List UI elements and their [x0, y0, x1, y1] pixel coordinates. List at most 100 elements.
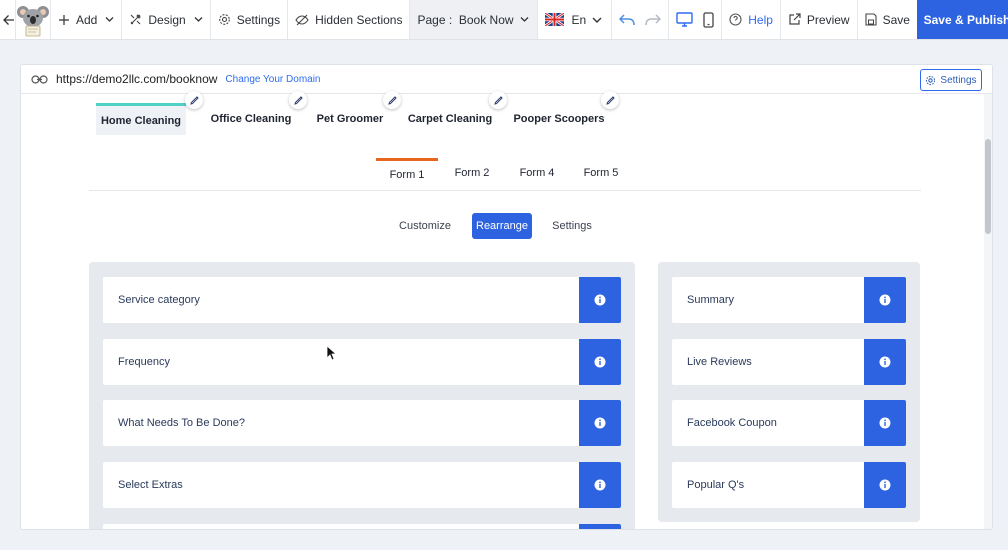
- section-label: Facebook Coupon: [687, 417, 777, 429]
- subtab-customize[interactable]: Customize: [393, 213, 457, 239]
- subtab-rearrange[interactable]: Rearrange: [472, 213, 532, 239]
- info-icon: [594, 294, 606, 306]
- pencil-icon: [605, 95, 615, 105]
- save-label: Save: [882, 12, 910, 27]
- editor-frame: https://demo2llc.com/booknow Change Your…: [20, 64, 993, 530]
- scrollbar-thumb[interactable]: [985, 139, 991, 234]
- preview-label: Preview: [806, 12, 850, 27]
- section-info-button[interactable]: [864, 339, 906, 385]
- section-row-what-needs-to-be-done[interactable]: What Needs To Be Done?: [103, 400, 621, 446]
- edit-category-button[interactable]: [489, 91, 507, 109]
- add-label: Add: [76, 12, 98, 27]
- page-selector[interactable]: Page : Book Now: [410, 0, 538, 39]
- koala-logo-icon: [17, 5, 49, 36]
- edit-category-button[interactable]: [383, 91, 401, 109]
- category-tab-home-cleaning[interactable]: Home Cleaning: [96, 103, 186, 135]
- top-toolbar: Add Design Settings Hidden Sections Page…: [0, 0, 1008, 40]
- section-row-facebook-coupon[interactable]: Facebook Coupon: [672, 400, 906, 446]
- info-icon: [879, 294, 891, 306]
- undo-icon[interactable]: [619, 13, 635, 26]
- category-tab-label: Pet Groomer: [316, 113, 384, 125]
- section-info-button[interactable]: [579, 400, 621, 446]
- chevron-down-icon: [520, 17, 529, 22]
- edit-category-button[interactable]: [289, 91, 307, 109]
- subtab-settings[interactable]: Settings: [543, 213, 601, 239]
- url-bar: https://demo2llc.com/booknow Change Your…: [21, 65, 992, 94]
- chevron-down-icon: [105, 17, 114, 22]
- undo-redo-group: [612, 0, 670, 39]
- section-info-button[interactable]: [579, 277, 621, 323]
- section-info-button[interactable]: [864, 277, 906, 323]
- mouse-cursor-icon: [326, 345, 337, 361]
- external-link-icon: [789, 13, 801, 25]
- redo-icon[interactable]: [645, 13, 662, 26]
- edit-category-button[interactable]: [601, 91, 619, 109]
- form-tab-label: Form 5: [583, 167, 619, 179]
- uk-flag-icon: [544, 13, 564, 26]
- category-tab-pet-groomer[interactable]: Pet Groomer: [313, 103, 387, 135]
- form-tab-label: Form 4: [519, 167, 555, 179]
- settings-menu[interactable]: Settings: [211, 0, 289, 39]
- design-menu[interactable]: Design: [122, 0, 211, 39]
- device-toggle-group: [669, 0, 723, 39]
- section-row-frequency[interactable]: Frequency: [103, 339, 621, 385]
- section-label: Popular Q's: [687, 479, 745, 491]
- form-tab-2[interactable]: Form 2: [442, 158, 502, 188]
- hidden-sections-label: Hidden Sections: [315, 12, 403, 27]
- app-logo[interactable]: [16, 0, 51, 39]
- section-row-service-category[interactable]: Service category: [103, 277, 621, 323]
- vertical-scrollbar[interactable]: [984, 94, 992, 529]
- section-row-popular-qs[interactable]: Popular Q's: [672, 462, 906, 508]
- section-info-button[interactable]: [864, 462, 906, 508]
- category-tab-label: Home Cleaning: [100, 114, 182, 127]
- page-value: Book Now: [458, 12, 514, 27]
- section-row-partial[interactable]: [103, 524, 621, 529]
- back-button[interactable]: [0, 0, 16, 39]
- section-label: Live Reviews: [687, 356, 752, 368]
- mobile-icon[interactable]: [703, 11, 714, 28]
- page-prefix: Page :: [417, 12, 453, 27]
- section-info-button[interactable]: [579, 462, 621, 508]
- preview-button[interactable]: Preview: [781, 0, 858, 39]
- info-icon: [879, 417, 891, 429]
- section-row-select-extras[interactable]: Select Extras: [103, 462, 621, 508]
- help-button[interactable]: Help: [722, 0, 781, 39]
- save-icon: [865, 13, 877, 26]
- info-icon: [594, 417, 606, 429]
- add-menu[interactable]: Add: [51, 0, 123, 39]
- category-tab-label: Carpet Cleaning: [407, 113, 493, 125]
- save-and-publish-button[interactable]: Save & Publish: [916, 0, 1008, 39]
- page-selector-text: Page : Book Now: [417, 13, 513, 27]
- form-tab-4[interactable]: Form 4: [507, 158, 567, 188]
- gear-icon: [926, 75, 936, 85]
- section-row-summary[interactable]: Summary: [672, 277, 906, 323]
- subtab-label: Rearrange: [476, 220, 528, 232]
- desktop-icon[interactable]: [676, 12, 693, 27]
- info-icon: [879, 479, 891, 491]
- category-tab-carpet-cleaning[interactable]: Carpet Cleaning: [406, 103, 494, 135]
- edit-category-button[interactable]: [185, 91, 203, 109]
- hidden-sections-menu[interactable]: Hidden Sections: [288, 0, 411, 39]
- section-row-live-reviews[interactable]: Live Reviews: [672, 339, 906, 385]
- section-label: Select Extras: [118, 479, 183, 491]
- page-settings-button[interactable]: Settings: [920, 69, 982, 91]
- section-info-button[interactable]: [579, 524, 621, 529]
- design-label: Design: [148, 12, 186, 27]
- form-tab-1[interactable]: Form 1: [376, 158, 438, 188]
- category-tab-pooper-scoopers[interactable]: Pooper Scoopers: [513, 103, 605, 135]
- form-tab-5[interactable]: Form 5: [571, 158, 631, 188]
- change-domain-link[interactable]: Change Your Domain: [225, 74, 320, 85]
- gear-icon: [218, 14, 230, 25]
- chevron-down-icon: [592, 17, 602, 23]
- form-tab-label: Form 1: [389, 168, 425, 181]
- form-tabs-divider: [89, 190, 921, 191]
- left-sections-panel: Service category Frequency What Needs To…: [89, 262, 635, 529]
- settings-label: Settings: [236, 12, 281, 27]
- language-selector[interactable]: En: [538, 0, 613, 39]
- section-info-button[interactable]: [579, 339, 621, 385]
- section-info-button[interactable]: [864, 400, 906, 446]
- save-button[interactable]: Save: [858, 0, 917, 39]
- pencil-icon: [387, 95, 397, 105]
- category-tab-office-cleaning[interactable]: Office Cleaning: [206, 103, 296, 135]
- chevron-down-icon: [194, 17, 203, 22]
